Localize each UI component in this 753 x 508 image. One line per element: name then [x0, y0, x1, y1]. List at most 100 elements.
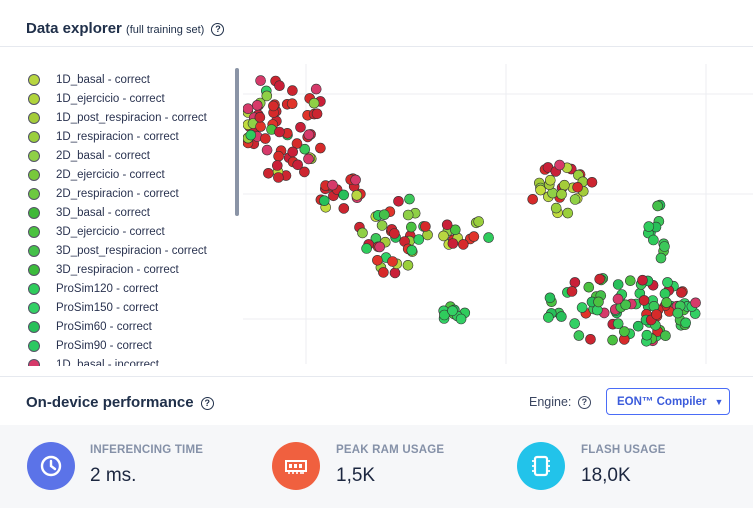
scatter-point[interactable]: [662, 277, 673, 288]
legend-item[interactable]: 2D_basal - correct: [28, 146, 233, 165]
scatter-point[interactable]: [661, 297, 672, 308]
legend-item[interactable]: 3D_post_respiracion - correct: [28, 241, 233, 260]
scatter-point[interactable]: [361, 243, 372, 254]
scatter-point[interactable]: [458, 239, 469, 250]
scatter-point[interactable]: [327, 179, 338, 191]
scatter-point[interactable]: [376, 220, 388, 231]
scatter-point[interactable]: [447, 238, 459, 249]
legend-item[interactable]: ProSim150 - correct: [28, 298, 233, 317]
legend-item[interactable]: 1D_post_respiracion - correct: [28, 108, 233, 127]
engine-select[interactable]: EON™ Compiler ▼: [606, 388, 730, 415]
scatter-point[interactable]: [402, 209, 414, 221]
scatter-point[interactable]: [441, 219, 453, 231]
scatter-point[interactable]: [638, 295, 650, 306]
scatter-point[interactable]: [624, 275, 636, 286]
help-icon[interactable]: ?: [200, 396, 214, 410]
scatter-point[interactable]: [535, 184, 546, 196]
scatter-point[interactable]: [618, 326, 630, 337]
legend-item[interactable]: 2D_ejercicio - correct: [28, 165, 233, 184]
scatter-point[interactable]: [402, 260, 414, 271]
scatter-point[interactable]: [315, 142, 326, 154]
scatter-point[interactable]: [389, 267, 401, 279]
scatter-point[interactable]: [255, 75, 266, 86]
scatter-point[interactable]: [379, 209, 390, 220]
legend-list[interactable]: 1D_basal - correct 1D_ejercicio - correct…: [28, 70, 233, 366]
scatter-point[interactable]: [556, 189, 567, 200]
scatter-point[interactable]: [303, 129, 315, 140]
scatter-point[interactable]: [413, 234, 425, 245]
scatter-point[interactable]: [404, 193, 415, 205]
scatter-point[interactable]: [286, 98, 298, 110]
scatter-point[interactable]: [389, 228, 400, 239]
scatter-point[interactable]: [338, 203, 350, 214]
scatter-point[interactable]: [261, 144, 273, 156]
scatter-point[interactable]: [607, 334, 618, 346]
scatter-point[interactable]: [393, 196, 404, 207]
scatter-point[interactable]: [308, 97, 320, 109]
scatter-point[interactable]: [690, 297, 701, 309]
scatter-point[interactable]: [576, 302, 588, 313]
scatter-point[interactable]: [632, 320, 644, 332]
scatter-point[interactable]: [562, 207, 574, 219]
scatter-point[interactable]: [273, 172, 284, 183]
scatter-point[interactable]: [268, 100, 279, 112]
scatter-point[interactable]: [273, 150, 284, 162]
scatter-point[interactable]: [287, 146, 299, 158]
scatter-point[interactable]: [292, 159, 304, 171]
scatter-point[interactable]: [310, 83, 322, 95]
scatter-point[interactable]: [672, 307, 684, 319]
scatter-point[interactable]: [350, 174, 361, 186]
scatter-point[interactable]: [455, 313, 467, 325]
scatter-point[interactable]: [261, 90, 273, 102]
scatter-point[interactable]: [274, 126, 285, 138]
scatter-point[interactable]: [569, 277, 581, 288]
scatter-point[interactable]: [659, 241, 670, 252]
legend-item[interactable]: 3D_basal - correct: [28, 203, 233, 222]
scatter-point[interactable]: [593, 296, 604, 308]
legend-item[interactable]: ProSim90 - correct: [28, 336, 233, 355]
legend-item[interactable]: ProSim60 - correct: [28, 317, 233, 336]
scatter-point[interactable]: [260, 133, 271, 144]
scatter-point[interactable]: [406, 245, 418, 256]
scatter-point[interactable]: [438, 230, 449, 242]
scatter-point[interactable]: [659, 288, 671, 299]
legend-item[interactable]: 3D_ejercicio - correct: [28, 222, 233, 241]
legend-scrollbar[interactable]: [235, 68, 239, 216]
scatter-point[interactable]: [660, 330, 671, 342]
legend-item[interactable]: ProSim120 - correct: [28, 279, 233, 298]
scatter-point[interactable]: [468, 231, 480, 242]
scatter-point[interactable]: [274, 80, 285, 92]
scatter-point[interactable]: [543, 312, 554, 323]
scatter-point[interactable]: [612, 293, 624, 305]
scatter-point[interactable]: [569, 318, 581, 329]
legend-item[interactable]: 1D_ejercicio - correct: [28, 89, 233, 108]
legend-item[interactable]: 1D_basal - incorrect: [28, 355, 233, 366]
scatter-point[interactable]: [255, 121, 266, 132]
scatter-point[interactable]: [550, 202, 562, 214]
scatter-point[interactable]: [651, 309, 662, 320]
help-icon[interactable]: ?: [211, 22, 225, 36]
scatter-point[interactable]: [263, 168, 274, 179]
scatter-point[interactable]: [637, 274, 648, 286]
scatter-point[interactable]: [319, 195, 330, 206]
scatter-point[interactable]: [447, 305, 458, 317]
scatter-point[interactable]: [569, 194, 581, 205]
scatter-point[interactable]: [378, 267, 389, 278]
scatter-point[interactable]: [287, 85, 298, 96]
scatter-point[interactable]: [652, 200, 663, 212]
scatter-point[interactable]: [648, 234, 659, 246]
scatter-point[interactable]: [583, 281, 595, 293]
scatter-point[interactable]: [254, 111, 266, 123]
scatter-point[interactable]: [372, 255, 383, 266]
scatter-point[interactable]: [572, 182, 583, 193]
scatter-point[interactable]: [351, 190, 363, 201]
scatter-point[interactable]: [676, 287, 687, 298]
scatter-point[interactable]: [554, 159, 565, 171]
scatter-point[interactable]: [585, 333, 596, 345]
scatter-point[interactable]: [252, 99, 263, 111]
scatter-point[interactable]: [338, 189, 349, 201]
scatter-point[interactable]: [544, 292, 556, 304]
scatter-point[interactable]: [559, 179, 570, 191]
scatter-point[interactable]: [527, 194, 539, 205]
legend-item[interactable]: 3D_respiracion - correct: [28, 260, 233, 279]
